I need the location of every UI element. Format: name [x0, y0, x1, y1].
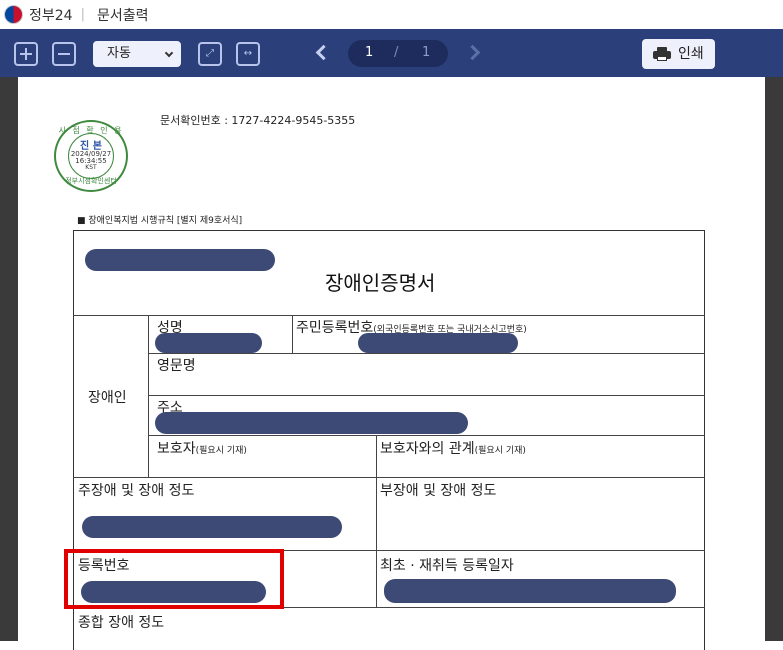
print-label: 인쇄	[678, 46, 704, 62]
zoom-select[interactable]: 자동	[93, 41, 181, 67]
redacted-name	[155, 333, 262, 353]
zoom-in-button[interactable]	[14, 42, 38, 66]
chevron-down-icon	[164, 48, 174, 58]
redacted-registration-date	[384, 579, 676, 603]
viewer-toolbar: 자동 ⤢ ↔ 1 / 1 인쇄	[0, 29, 783, 77]
label-overall-degree: 종합 장애 정도	[78, 615, 165, 631]
current-page-input[interactable]: 1	[365, 45, 373, 60]
minus-icon	[58, 53, 70, 55]
redacted-resident-number	[358, 333, 518, 353]
divider	[148, 395, 705, 396]
label-english-name: 영문명	[157, 358, 196, 374]
stamp-timezone: KST	[85, 164, 97, 171]
fit-width-button[interactable]: ↔	[236, 42, 260, 66]
redacted-field	[85, 249, 275, 271]
printer-icon	[653, 47, 671, 61]
label-guardian: 보호자(필요시 기재)	[157, 441, 247, 457]
print-button[interactable]: 인쇄	[642, 39, 715, 69]
gov24-logo-icon	[4, 5, 23, 24]
doc-confirm-number: 문서확인번호 : 1727-4224-9545-5355	[160, 114, 356, 127]
title-separator: |	[80, 7, 85, 22]
redacted-address	[155, 412, 468, 434]
divider	[376, 477, 377, 607]
previous-page-button[interactable]	[315, 44, 332, 61]
divider	[73, 477, 705, 478]
fit-width-icon: ↔	[243, 48, 253, 59]
divider	[73, 315, 705, 316]
total-pages: 1	[422, 45, 431, 60]
divider	[148, 435, 705, 436]
document-title: 장애인증명서	[325, 271, 436, 295]
verification-stamp: 시 점 확 인 용 진 본 2024/09/27 16:34:55 KST 정부…	[54, 120, 128, 192]
title-bar: 정부24 | 문서출력	[0, 0, 783, 29]
redacted-main-disability	[82, 516, 342, 538]
label-guardian-relation: 보호자와의 관계(필요시 기재)	[380, 441, 526, 457]
label-sub-disability: 부장애 및 장애 정도	[380, 483, 497, 499]
label-main-disability: 주장애 및 장애 정도	[78, 483, 195, 499]
fit-page-icon: ⤢	[206, 48, 214, 59]
next-page-button[interactable]	[464, 44, 481, 61]
stamp-bottom-text: 정부시점확인센터	[65, 177, 117, 185]
page-indicator: 1 / 1	[348, 40, 448, 67]
zoom-value: 자동	[107, 46, 131, 61]
app-name: 정부24	[29, 7, 73, 24]
label-disabled-person: 장애인	[88, 390, 127, 406]
zoom-out-button[interactable]	[52, 42, 76, 66]
fit-page-button[interactable]: ⤢	[198, 42, 222, 66]
label-registration-date: 최초 · 재취득 등록일자	[380, 558, 514, 574]
stamp-top-text: 시 점 확 인 용	[58, 126, 124, 135]
page-name: 문서출력	[96, 7, 149, 24]
divider	[148, 315, 149, 477]
divider	[148, 353, 705, 354]
divider	[292, 315, 293, 353]
page-separator: /	[394, 45, 399, 60]
divider	[376, 435, 377, 477]
registration-number-highlight	[64, 549, 284, 609]
law-reference: ■ 장애인복지법 시행규칙 [별지 제9호서식]	[77, 216, 243, 226]
